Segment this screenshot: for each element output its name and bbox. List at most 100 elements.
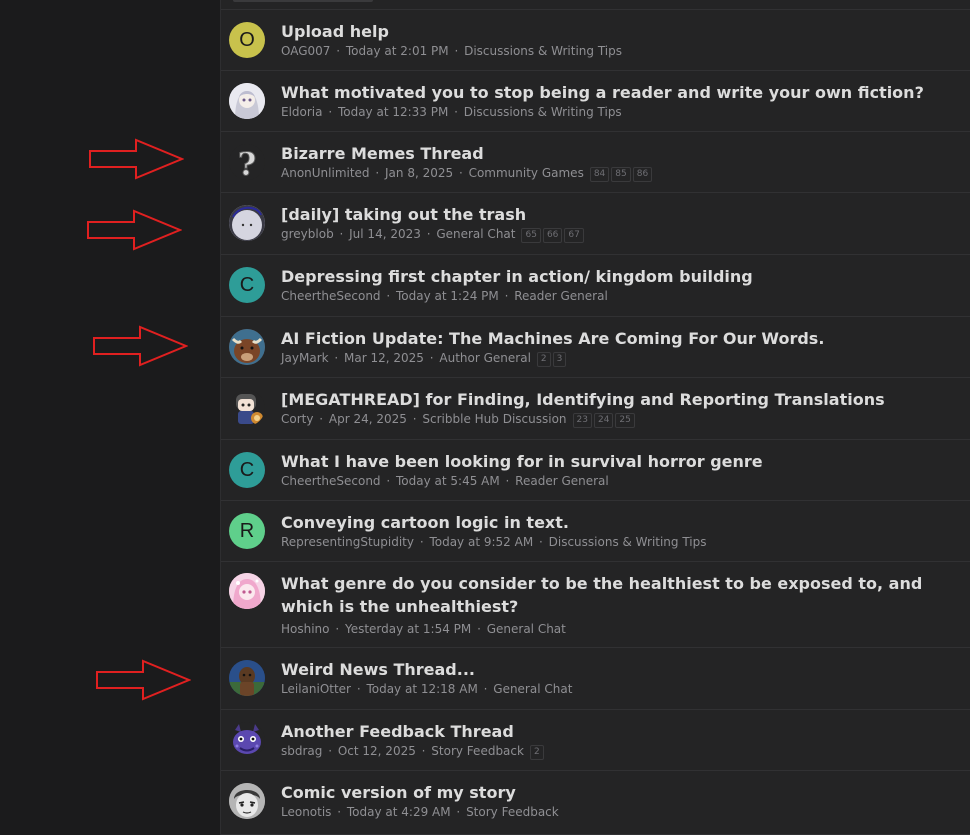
thread-row[interactable]: AI Fiction Update: The Machines Are Comi…	[221, 317, 970, 378]
avatar[interactable]: C	[229, 267, 265, 303]
bull-avatar-icon[interactable]	[229, 329, 265, 365]
page-jump-links: 2	[529, 743, 546, 760]
avatar[interactable]: O	[229, 22, 265, 58]
thread-title[interactable]: Upload help	[281, 20, 957, 43]
thread-date[interactable]: Today at 9:52 AM	[429, 535, 533, 549]
thread-row[interactable]: Comic version of my story Leonotis · Toda…	[221, 771, 970, 835]
thread-author[interactable]: Hoshino	[281, 622, 330, 636]
thread-title[interactable]: AI Fiction Update: The Machines Are Comi…	[281, 327, 957, 350]
thread-row[interactable]: C Depressing first chapter in action/ kin…	[221, 255, 970, 317]
thread-title[interactable]: Weird News Thread...	[281, 658, 957, 681]
thread-author[interactable]: greyblob	[281, 227, 334, 241]
thread-title[interactable]: Conveying cartoon logic in text.	[281, 511, 957, 534]
page-link[interactable]: 84	[589, 167, 610, 182]
thread-date[interactable]: Today at 2:01 PM	[346, 44, 449, 58]
meta-separator: ·	[315, 412, 327, 426]
thread-author[interactable]: sbdrag	[281, 744, 322, 758]
thread-date[interactable]: Mar 12, 2025	[344, 351, 424, 365]
thread-date[interactable]: Yesterday at 1:54 PM	[345, 622, 471, 636]
thread-date[interactable]: Jul 14, 2023	[349, 227, 421, 241]
purple-dragon-avatar-icon[interactable]	[229, 722, 265, 758]
thread-forum[interactable]: Story Feedback	[466, 805, 559, 819]
thread-author[interactable]: LeilaniOtter	[281, 682, 351, 696]
thread-row[interactable]: What genre do you consider to be the hea…	[221, 562, 970, 648]
thread-row[interactable]: Another Feedback Thread sbdrag · Oct 12, …	[221, 710, 970, 771]
thread-title[interactable]: Comic version of my story	[281, 781, 957, 804]
thread-row[interactable]: [MEGATHREAD] for Finding, Identifying an…	[221, 378, 970, 440]
anime-girl-avatar-icon[interactable]	[229, 83, 265, 119]
right-arrow-outline-icon	[86, 208, 182, 252]
thread-author[interactable]: JayMark	[281, 351, 329, 365]
thread-author[interactable]: CheertheSecond	[281, 474, 381, 488]
thread-row[interactable]: C What I have been looking for in surviva…	[221, 440, 970, 501]
thread-forum[interactable]: Story Feedback	[431, 744, 524, 758]
thread-forum[interactable]: General Chat	[493, 682, 572, 696]
page-link[interactable]: 67	[564, 228, 584, 243]
page-link[interactable]: 66	[542, 228, 563, 243]
page-link[interactable]: 2	[536, 352, 551, 367]
meta-separator: ·	[473, 622, 485, 636]
page-link[interactable]: 23	[572, 413, 592, 428]
thread-date[interactable]: Jan 8, 2025	[385, 166, 453, 180]
otter-character-avatar-icon[interactable]	[229, 660, 265, 696]
thread-author[interactable]: OAG007	[281, 44, 330, 58]
thread-title[interactable]: What I have been looking for in survival…	[281, 450, 957, 473]
thread-date[interactable]: Today at 5:45 AM	[396, 474, 500, 488]
thread-row[interactable]: [daily] taking out the trash greyblob · J…	[221, 193, 970, 255]
page-link[interactable]: 25	[615, 413, 635, 428]
thread-author[interactable]: Corty	[281, 412, 313, 426]
thread-author[interactable]: Eldoria	[281, 105, 323, 119]
page-link[interactable]: 24	[593, 413, 614, 428]
avatar[interactable]: C	[229, 452, 265, 488]
meta-separator: ·	[324, 744, 336, 758]
thread-meta: greyblob · Jul 14, 2023 · General Chat 65…	[281, 226, 961, 243]
thread-forum[interactable]: Community Games	[469, 166, 584, 180]
thread-forum[interactable]: Discussions & Writing Tips	[549, 535, 707, 549]
page-link[interactable]: 65	[521, 228, 541, 243]
thread-author[interactable]: Leonotis	[281, 805, 331, 819]
thread-forum[interactable]: Scribble Hub Discussion	[422, 412, 566, 426]
thread-author[interactable]: CheertheSecond	[281, 289, 381, 303]
thread-title[interactable]: Bizarre Memes Thread	[281, 142, 957, 165]
thread-forum[interactable]: General Chat	[436, 227, 515, 241]
thread-forum[interactable]: Author General	[439, 351, 531, 365]
thread-author[interactable]: RepresentingStupidity	[281, 535, 414, 549]
page-link[interactable]: 3	[552, 352, 567, 367]
thread-date[interactable]: Today at 1:24 PM	[396, 289, 499, 303]
thread-author[interactable]: AnonUnlimited	[281, 166, 370, 180]
thread-title[interactable]: Another Feedback Thread	[281, 720, 957, 743]
thread-title[interactable]: [daily] taking out the trash	[281, 203, 957, 226]
thread-title[interactable]: [MEGATHREAD] for Finding, Identifying an…	[281, 388, 957, 411]
thread-title[interactable]: What motivated you to stop being a reade…	[281, 81, 957, 104]
thread-date[interactable]: Oct 12, 2025	[338, 744, 416, 758]
thread-date[interactable]: Today at 12:33 PM	[338, 105, 448, 119]
meta-separator: ·	[450, 44, 463, 58]
thread-row[interactable]: R Conveying cartoon logic in text. Represe…	[221, 501, 970, 562]
pink-anime-avatar-icon[interactable]	[229, 573, 265, 609]
meta-separator: ·	[332, 44, 344, 58]
thread-row[interactable]: ? Bizarre Memes Thread AnonUnlimited · Jan…	[221, 132, 970, 193]
manga-face-avatar-icon[interactable]	[229, 783, 265, 819]
meta-separator: ·	[335, 227, 348, 241]
grey-blob-avatar-icon[interactable]	[229, 205, 265, 241]
page-link[interactable]: 85	[611, 167, 631, 182]
thread-title[interactable]: Depressing first chapter in action/ king…	[281, 265, 957, 288]
thread-date[interactable]: Today at 12:18 AM	[366, 682, 477, 696]
thread-row[interactable]: Weird News Thread... LeilaniOtter · Today…	[221, 648, 970, 710]
avatar-letter: R	[239, 519, 255, 542]
thread-forum[interactable]: Reader General	[515, 474, 609, 488]
page-link[interactable]: 2	[529, 745, 544, 760]
thread-date[interactable]: Apr 24, 2025	[329, 412, 407, 426]
question-mark-avatar-icon[interactable]: ?	[229, 144, 265, 180]
thread-forum[interactable]: Discussions & Writing Tips	[464, 105, 622, 119]
thread-row[interactable]: O Upload help OAG007 · Today at 2:01 PM · …	[221, 10, 970, 71]
thread-title[interactable]: What genre do you consider to be the hea…	[281, 572, 957, 618]
page-link[interactable]: 86	[632, 167, 653, 182]
thread-forum[interactable]: Reader General	[514, 289, 608, 303]
chibi-character-avatar-icon[interactable]	[229, 390, 265, 426]
avatar[interactable]: R	[229, 513, 265, 549]
thread-row[interactable]: What motivated you to stop being a reade…	[221, 71, 970, 132]
thread-forum[interactable]: General Chat	[487, 622, 566, 636]
thread-date[interactable]: Today at 4:29 AM	[347, 805, 451, 819]
thread-forum[interactable]: Discussions & Writing Tips	[464, 44, 622, 58]
